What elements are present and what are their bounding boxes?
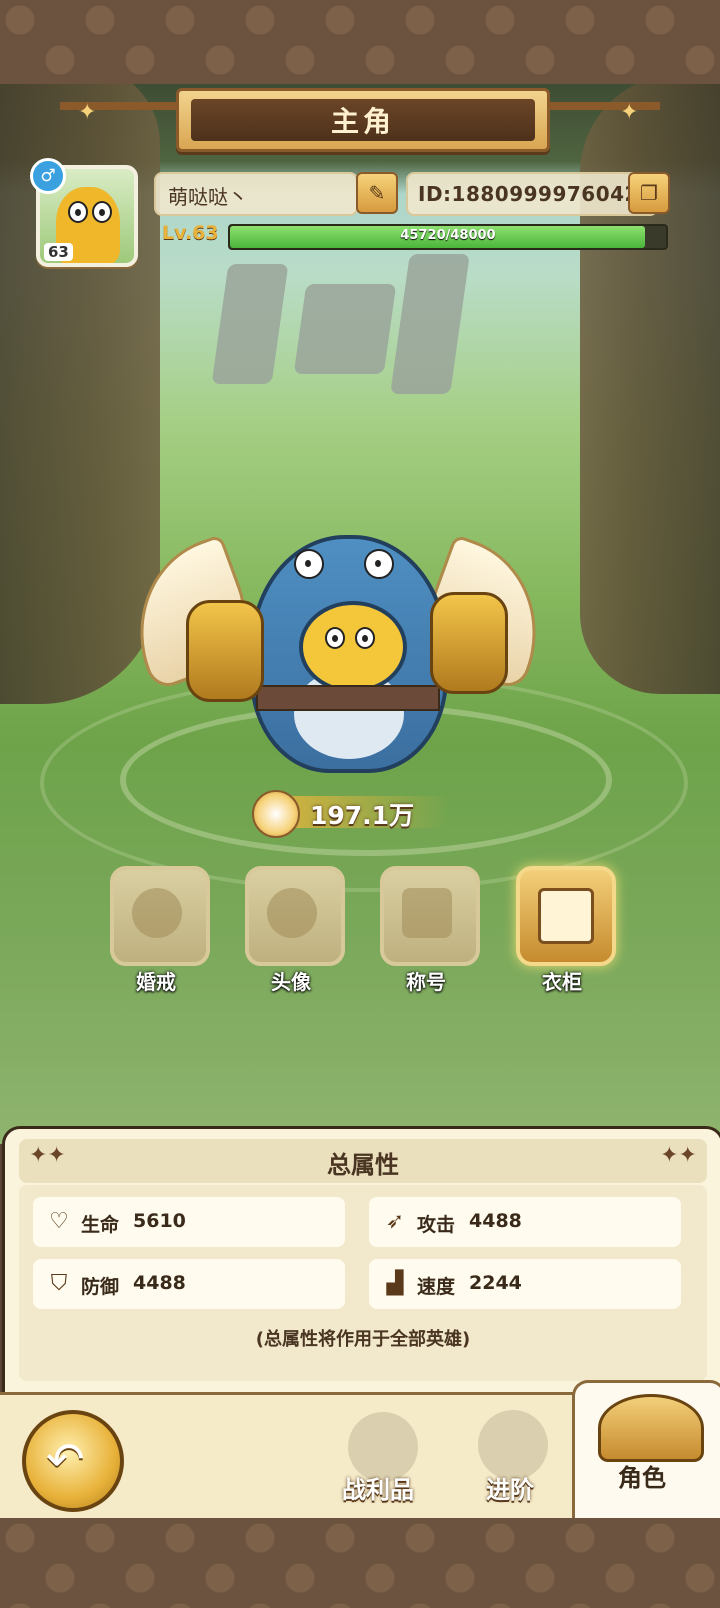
page-title: 主角 — [330, 105, 395, 138]
sparkle-icon: ✦ — [620, 100, 639, 125]
shark-eye — [294, 549, 324, 579]
ring-button[interactable] — [110, 866, 210, 966]
panel-title: 总属性 — [327, 1151, 399, 1179]
player-id-box: ID:1880999976042 — [406, 172, 658, 216]
stat-defense: ⛉ 防御 4488 — [33, 1259, 345, 1309]
top-pattern-band — [0, 0, 720, 86]
stat-value: 5610 — [133, 1210, 186, 1232]
stat-value: 4488 — [469, 1210, 522, 1232]
right-spiked-gauntlet — [430, 592, 508, 694]
nav-tab-advance[interactable]: 进阶 — [486, 1470, 534, 1505]
wardrobe-button[interactable] — [516, 866, 616, 966]
title-label: 称号 — [406, 970, 446, 994]
spiked-belt — [256, 685, 440, 711]
character-crest-icon — [598, 1394, 704, 1462]
stat-label: 生命 — [81, 1214, 120, 1236]
heart-icon: ♡ — [49, 1209, 69, 1234]
stat-hp: ♡ 生命 5610 — [33, 1197, 345, 1247]
stat-label: 速度 — [417, 1276, 456, 1298]
avatar-frame-icon — [267, 888, 317, 938]
xp-bar: 45720/48000 — [228, 224, 668, 250]
pencil-icon: ✎ — [368, 181, 386, 205]
stat-attack: ➶ 攻击 4488 — [369, 1197, 681, 1247]
sparkle-icon: ✦ — [78, 100, 97, 125]
player-name-box: 萌哒哒丶 — [154, 172, 358, 216]
back-arrow-icon: ↶ — [46, 1432, 85, 1486]
xp-text: 45720/48000 — [400, 228, 496, 243]
rock — [211, 264, 289, 384]
boot-icon: ▟ — [386, 1271, 404, 1296]
combat-power-value: 197.1万 — [310, 801, 415, 830]
combat-power: 197.1万 — [252, 790, 472, 838]
eagle-icon: ➶ — [385, 1209, 405, 1234]
edit-name-button[interactable]: ✎ — [356, 172, 398, 214]
wardrobe-label: 衣柜 — [542, 970, 582, 994]
ring-icon — [132, 888, 182, 938]
wardrobe-icon — [538, 888, 594, 944]
title-button[interactable] — [380, 866, 480, 966]
avatar-level: 63 — [44, 243, 73, 261]
stat-label: 攻击 — [417, 1214, 456, 1236]
rock — [390, 254, 470, 394]
hero-character — [111, 510, 565, 780]
back-button[interactable]: ↶ — [22, 1410, 124, 1512]
left-spiked-gauntlet — [186, 600, 264, 702]
sword-badge-icon — [252, 790, 300, 838]
stat-value: 2244 — [469, 1272, 522, 1294]
stat-label: 防御 — [81, 1276, 120, 1298]
player-level: Lv.63 — [162, 222, 219, 244]
copy-id-button[interactable]: ❐ — [628, 172, 670, 214]
crown-icon — [402, 888, 452, 938]
ring-label: 婚戒 — [136, 970, 176, 994]
nav-tab-character[interactable]: 角色 — [618, 1458, 666, 1493]
sparkle-icon: ✦✦ — [660, 1143, 697, 1168]
stat-value: 4488 — [133, 1272, 186, 1294]
player-name: 萌哒哒丶 — [168, 185, 248, 209]
avatar-frame-label: 头像 — [271, 970, 311, 994]
rock — [293, 284, 397, 374]
shark-costume — [250, 535, 448, 773]
nav-tab-loot[interactable]: 战利品 — [342, 1470, 414, 1505]
title-banner: 主角 — [176, 88, 550, 152]
male-gender-icon: ♂ — [30, 158, 66, 194]
bottom-pattern-band — [0, 1518, 720, 1608]
avatar-frame-button[interactable] — [245, 866, 345, 966]
shield-icon: ⛉ — [50, 1271, 68, 1296]
total-attributes-panel: ✦✦ 总属性 ✦✦ ♡ 生命 5610 ➶ 攻击 4488 ⛉ 防御 4488 … — [2, 1126, 720, 1412]
player-id: ID:1880999976042 — [418, 182, 639, 206]
shark-eye — [364, 549, 394, 579]
stat-speed: ▟ 速度 2244 — [369, 1259, 681, 1309]
hero-face — [299, 601, 407, 693]
copy-icon: ❐ — [640, 181, 658, 205]
attribute-note: (总属性将作用于全部英雄) — [255, 1329, 471, 1350]
